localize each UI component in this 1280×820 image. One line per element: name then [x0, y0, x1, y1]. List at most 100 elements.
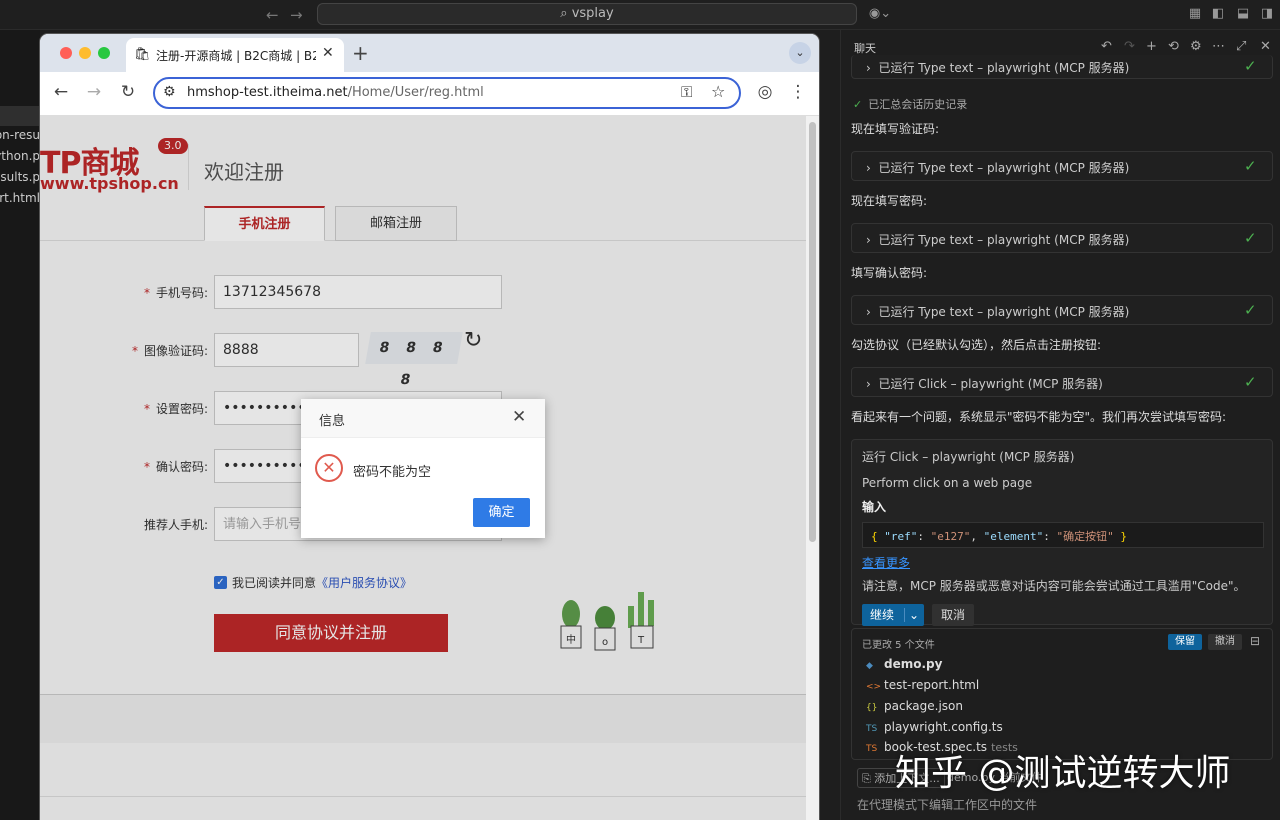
check-icon: ✓ — [1244, 57, 1257, 75]
site-settings-icon[interactable]: ⚙ — [163, 84, 176, 100]
history-summary: ✓ 已汇总会话历史记录 — [853, 96, 967, 112]
toggle-secondary-sidebar-icon[interactable]: ◨ — [1259, 6, 1275, 22]
vscode-title-bar: ← → ⌕ vsplay ◉⌄ ▦ ◧ ⬓ ◨ — [0, 0, 1280, 30]
watermark: 知乎 @测试逆转大师 — [895, 753, 1231, 794]
cancel-button[interactable]: 取消 — [932, 604, 974, 626]
scrollbar-thumb[interactable] — [809, 122, 816, 542]
profile-icon[interactable]: ◎ — [754, 82, 776, 102]
explorer-file[interactable]: esults.p — [0, 170, 40, 184]
tool-call-row[interactable]: › 已运行 Type text – playwright (MCP 服务器) ✓ — [851, 55, 1273, 79]
tool-call-label: › 已运行 Type text – playwright (MCP 服务器) — [866, 61, 1130, 75]
dialog-message: 密码不能为空 — [353, 465, 432, 480]
ts-icon: TS — [866, 744, 878, 754]
tool-call-text: 已运行 Type text – playwright (MCP 服务器) — [878, 161, 1130, 175]
confirm-title: 运行 Click – playwright (MCP 服务器) — [862, 450, 1075, 464]
see-more-link[interactable]: 查看更多 — [862, 554, 910, 571]
code-punct: : — [917, 530, 931, 543]
browser-tab[interactable]: 🛍 注册-开源商城 | B2C商城 | B2B ✕ — [126, 38, 344, 72]
chat-panel: 聊天 ↶ ↷ + ⟲ ⚙ ⋯ ⤢ ✕ › 已运行 Type text – pla… — [840, 30, 1280, 820]
tool-call-row[interactable]: › 已运行 Click – playwright (MCP 服务器) ✓ — [851, 367, 1273, 397]
forward-icon[interactable]: → — [83, 82, 105, 102]
url-path: /Home/User/reg.html — [347, 85, 484, 100]
file-name: test-report.html — [884, 678, 980, 692]
reload-icon[interactable]: ↻ — [117, 82, 139, 102]
undo-icon[interactable]: ↶ — [1101, 39, 1112, 54]
close-icon[interactable]: ✕ — [512, 407, 526, 427]
new-tab-button[interactable]: + — [352, 41, 369, 65]
arrow-left-icon[interactable]: ← — [266, 6, 279, 24]
back-icon[interactable]: ← — [50, 82, 72, 102]
continue-label: 继续 — [870, 608, 895, 622]
code-value: "e127" — [930, 530, 971, 543]
tab-search-chevron-icon[interactable]: ⌄ — [789, 42, 811, 64]
tool-confirmation-card: 运行 Click – playwright (MCP 服务器) Perform … — [851, 439, 1273, 626]
check-icon: ✓ — [1244, 301, 1257, 319]
explorer-file[interactable]: ython.p — [0, 149, 40, 163]
keep-button[interactable]: 保留 — [1168, 634, 1202, 650]
input-label: 输入 — [862, 500, 887, 514]
undo-button[interactable]: 撤消 — [1208, 634, 1242, 650]
ok-button[interactable]: 确定 — [473, 498, 530, 527]
page-scrollbar[interactable] — [806, 116, 819, 820]
tool-call-row[interactable]: › 已运行 Type text – playwright (MCP 服务器) ✓ — [851, 151, 1273, 181]
explorer-file[interactable]: ort.html — [0, 191, 40, 205]
file-name: package.json — [884, 699, 964, 713]
changed-file[interactable]: {} package.json — [866, 699, 963, 713]
browser-window: 🛍 注册-开源商城 | B2C商城 | B2B ✕ + ⌄ ← → ↻ ⚙ hm… — [40, 34, 819, 820]
close-tab-icon[interactable]: ✕ — [322, 45, 334, 61]
changed-files-panel: 已更改 5 个文件 保留 撤消 ⊟ ◆ demo.py <> test-report… — [851, 628, 1273, 760]
tool-input-code: { "ref": "e127", "element": "确定按钮" } — [862, 522, 1264, 548]
code-brace: } — [1113, 530, 1127, 543]
tool-call-text: 已运行 Click – playwright (MCP 服务器) — [878, 377, 1103, 391]
tool-call-label: › 已运行 Type text – playwright (MCP 服务器) — [866, 161, 1130, 175]
chat-message: 现在填写密码: — [851, 194, 928, 208]
tool-call-row[interactable]: › 已运行 Type text – playwright (MCP 服务器) ✓ — [851, 223, 1273, 253]
copilot-icon[interactable]: ◉⌄ — [868, 6, 892, 22]
changed-files-header: 已更改 5 个文件 — [862, 640, 935, 651]
diff-icon[interactable]: ⊟ — [1250, 634, 1260, 648]
password-key-icon[interactable]: ⚿ — [681, 83, 692, 101]
maximize-window-button[interactable] — [98, 47, 110, 59]
confirm-description: Perform click on a web page — [862, 476, 1033, 490]
dialog-title: 信息 — [319, 414, 346, 429]
continue-button[interactable]: 继续 ⌄ — [862, 604, 924, 626]
close-icon[interactable]: ✕ — [1260, 39, 1271, 54]
changed-file[interactable]: TS playwright.config.ts — [866, 720, 1003, 734]
check-icon: ✓ — [1244, 373, 1257, 391]
tool-call-text: 已运行 Type text – playwright (MCP 服务器) — [878, 233, 1130, 247]
chevron-down-icon[interactable]: ⌄ — [904, 608, 920, 622]
code-punct: : — [1043, 530, 1057, 543]
redo-icon[interactable]: ↷ — [1124, 39, 1135, 54]
arrow-right-icon[interactable]: → — [290, 6, 303, 24]
browser-toolbar: ← → ↻ ⚙ hmshop-test.itheima.net/Home/Use… — [40, 72, 819, 116]
explorer-file[interactable]: on-resu — [0, 128, 40, 142]
url-text: hmshop-test.itheima.net/Home/User/reg.ht… — [187, 85, 484, 100]
error-icon: ✕ — [315, 454, 343, 482]
python-icon: ◆ — [866, 661, 873, 671]
url-host: hmshop-test.itheima.net — [187, 85, 348, 100]
history-icon[interactable]: ⟲ — [1168, 39, 1179, 54]
changed-file[interactable]: <> test-report.html — [866, 678, 979, 692]
new-chat-icon[interactable]: + — [1146, 39, 1157, 54]
more-icon[interactable]: ⋯ — [1212, 39, 1225, 54]
bookmark-star-icon[interactable]: ☆ — [711, 82, 725, 101]
message-dialog: 信息 ✕ ✕ 密码不能为空 确定 — [301, 399, 545, 538]
layout-icon[interactable]: ▦ — [1187, 6, 1203, 22]
toggle-sidebar-icon[interactable]: ◧ — [1210, 6, 1226, 22]
dialog-header: 信息 ✕ — [301, 399, 545, 438]
gear-icon[interactable]: ⚙ — [1190, 39, 1202, 54]
close-window-button[interactable] — [60, 47, 72, 59]
chat-input[interactable]: 在代理模式下编辑工作区中的文件 — [857, 796, 1037, 813]
command-center-search[interactable]: ⌕ vsplay — [317, 3, 857, 25]
toggle-panel-icon[interactable]: ⬓ — [1235, 6, 1251, 22]
code-punct: , — [970, 530, 984, 543]
maximize-icon[interactable]: ⤢ — [1236, 39, 1246, 54]
tool-call-row[interactable]: › 已运行 Type text – playwright (MCP 服务器) ✓ — [851, 295, 1273, 325]
address-bar[interactable]: ⚙ hmshop-test.itheima.net/Home/User/reg.… — [153, 77, 741, 109]
chat-message: 勾选协议（已经默认勾选），然后点击注册按钮: — [851, 338, 1102, 352]
more-menu-icon[interactable]: ⋮ — [787, 82, 809, 102]
check-icon: ✓ — [853, 98, 863, 111]
tab-title: 注册-开源商城 | B2C商城 | B2B — [156, 49, 316, 63]
minimize-window-button[interactable] — [79, 47, 91, 59]
changed-file[interactable]: ◆ demo.py — [866, 657, 942, 671]
